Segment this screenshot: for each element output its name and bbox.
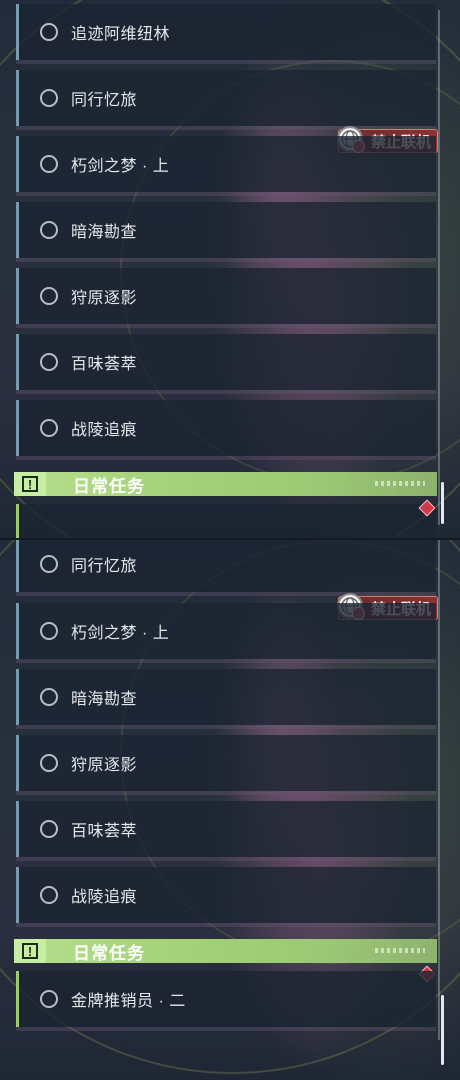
quest-label: 暗海勘查 xyxy=(71,691,138,708)
quest-item[interactable]: 百味荟萃 xyxy=(16,801,436,857)
daily-quests-header[interactable]: ! 日常任务 xyxy=(14,939,437,963)
scrollbar-thumb[interactable] xyxy=(441,995,444,1065)
scrollbar-thumb[interactable] xyxy=(441,482,444,524)
empty-circle-icon xyxy=(40,990,58,1008)
quest-label: 同行忆旅 xyxy=(71,558,138,575)
quest-item[interactable]: 狩原逐影 xyxy=(16,735,436,791)
empty-circle-icon xyxy=(40,287,58,305)
empty-circle-icon xyxy=(40,23,58,41)
quest-item[interactable]: 战陵追痕 xyxy=(16,400,436,456)
quest-list-panel-top: 追迹阿维纽林 同行忆旅 禁止联机 朽剑之梦 · 上 暗海勘查 狩原逐影 百味荟萃 xyxy=(0,0,460,540)
quest-item[interactable]: 同行忆旅 xyxy=(16,70,436,126)
empty-circle-icon xyxy=(40,555,58,573)
quest-item[interactable]: 暗海勘查 xyxy=(16,669,436,725)
empty-circle-icon xyxy=(40,622,58,640)
empty-circle-icon xyxy=(40,820,58,838)
empty-circle-icon xyxy=(40,754,58,772)
empty-circle-icon xyxy=(40,353,58,371)
quest-label: 百味荟萃 xyxy=(71,356,138,373)
scroll-track xyxy=(438,10,440,525)
quest-label: 追迹阿维纽林 xyxy=(71,26,171,43)
quest-item[interactable]: 追迹阿维纽林 xyxy=(16,4,436,60)
header-decoration xyxy=(375,948,425,953)
header-decoration xyxy=(375,481,425,486)
quest-item[interactable]: 战陵追痕 xyxy=(16,867,436,923)
quest-label: 暗海勘查 xyxy=(71,224,138,241)
quest-item[interactable]: 朽剑之梦 · 上 xyxy=(16,136,436,192)
quest-label: 狩原逐影 xyxy=(71,757,138,774)
quest-label: 战陵追痕 xyxy=(71,422,138,439)
exclamation-icon: ! xyxy=(14,939,46,963)
empty-circle-icon xyxy=(40,221,58,239)
quest-label: 朽剑之梦 · 上 xyxy=(71,625,170,642)
quest-label: 同行忆旅 xyxy=(71,92,138,109)
scroll-track xyxy=(438,540,440,1040)
empty-circle-icon xyxy=(40,886,58,904)
quest-list-panel-bottom: 同行忆旅 禁止联机 朽剑之梦 · 上 暗海勘查 狩原逐影 百味荟萃 战陵追痕 ! xyxy=(0,540,460,1080)
empty-circle-icon xyxy=(40,419,58,437)
quest-label: 狩原逐影 xyxy=(71,290,138,307)
exclamation-icon: ! xyxy=(14,472,46,496)
quest-label: 战陵追痕 xyxy=(71,889,138,906)
daily-quests-title: 日常任务 xyxy=(73,476,145,496)
quest-label: 朽剑之梦 · 上 xyxy=(71,158,170,175)
quest-item[interactable]: 朽剑之梦 · 上 xyxy=(16,603,436,659)
empty-circle-icon xyxy=(40,89,58,107)
quest-label: 金牌推销员 · 二 xyxy=(71,993,186,1010)
empty-circle-icon xyxy=(40,155,58,173)
daily-quest-item[interactable]: 金牌推销员 · 二 xyxy=(16,971,436,1027)
daily-quests-title: 日常任务 xyxy=(73,943,145,963)
quest-item[interactable]: 同行忆旅 xyxy=(16,540,436,592)
empty-circle-icon xyxy=(40,688,58,706)
quest-item[interactable]: 百味荟萃 xyxy=(16,334,436,390)
daily-quests-header[interactable]: ! 日常任务 xyxy=(14,472,437,496)
quest-item[interactable]: 狩原逐影 xyxy=(16,268,436,324)
quest-label: 百味荟萃 xyxy=(71,823,138,840)
quest-item[interactable]: 暗海勘查 xyxy=(16,202,436,258)
daily-quest-item-partial[interactable] xyxy=(16,504,436,538)
